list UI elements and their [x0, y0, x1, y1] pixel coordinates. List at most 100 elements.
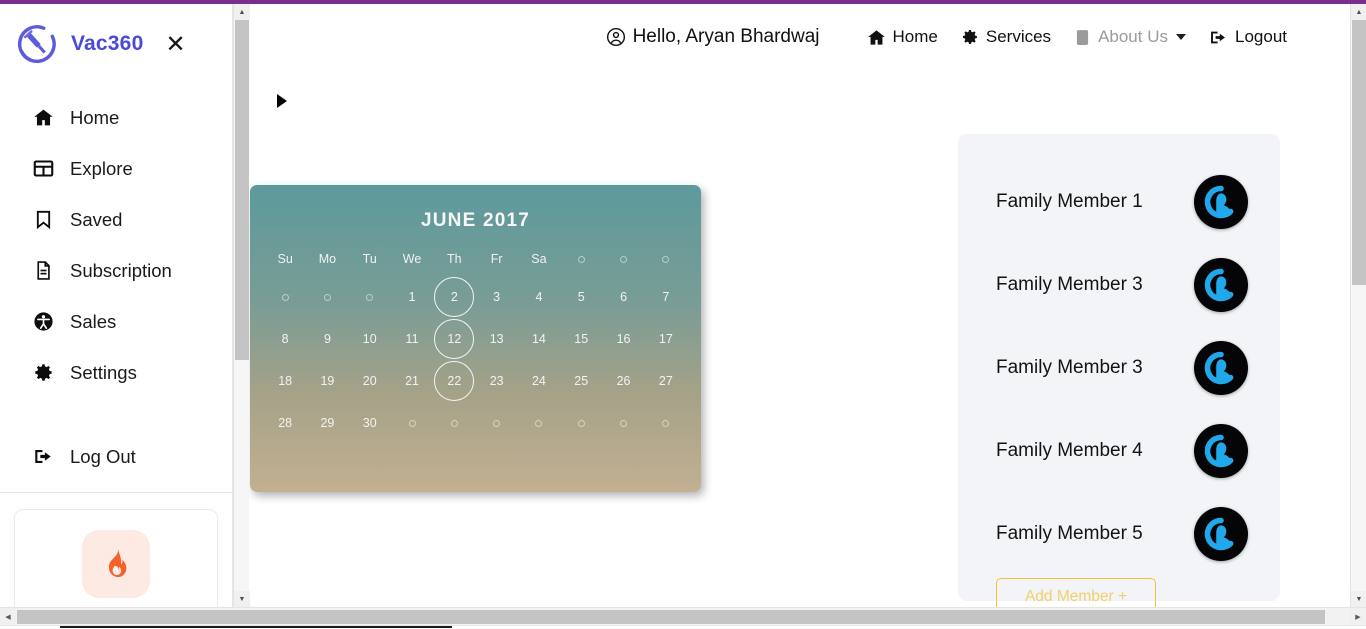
calendar-day[interactable]: 24 [518, 360, 560, 402]
calendar-day[interactable]: 11 [391, 318, 433, 360]
placeholder-dot-icon [366, 293, 374, 301]
calendar-weekday [560, 242, 602, 276]
triangle-right-icon[interactable] [273, 92, 291, 110]
scroll-right-icon[interactable]: ▶ [1350, 608, 1366, 626]
placeholder-dot-icon [450, 419, 458, 427]
user-avatar-icon[interactable] [1194, 423, 1248, 478]
calendar-day[interactable]: 14 [518, 318, 560, 360]
placeholder-dot-icon [577, 255, 585, 263]
user-avatar-icon[interactable] [1194, 506, 1248, 561]
placeholder-dot-icon [620, 419, 628, 427]
sidebar-item-label: Home [70, 106, 120, 128]
calendar-day[interactable]: 3 [475, 276, 517, 318]
sidebar-scroll-up-icon[interactable]: ▲ [234, 4, 250, 20]
sidebar-item-logout[interactable]: Log Out [0, 431, 232, 482]
family-member-name: Family Member 1 [996, 190, 1143, 212]
calendar-empty-dot [602, 402, 644, 444]
calendar-day[interactable]: 7 [645, 276, 687, 318]
sidebar-item-sales[interactable]: Sales [0, 296, 232, 347]
greeting-text: Hello, Aryan Bhardwaj [632, 26, 820, 47]
sidebar-item-home[interactable]: Home [0, 92, 232, 143]
promo-card[interactable] [14, 509, 218, 607]
nav-link-about-us[interactable]: About Us [1074, 27, 1186, 47]
calendar-day[interactable]: 28 [264, 402, 306, 444]
sidebar-item-settings[interactable]: Settings [0, 347, 232, 398]
calendar-day[interactable]: 30 [349, 402, 391, 444]
calendar-day[interactable]: 25 [560, 360, 602, 402]
user-avatar-icon[interactable] [1194, 174, 1248, 229]
family-member-row[interactable]: Family Member 3 [996, 326, 1248, 409]
placeholder-dot-icon [535, 419, 543, 427]
calendar-day[interactable]: 15 [560, 318, 602, 360]
id-card-icon [1074, 29, 1091, 46]
flame-icon [82, 530, 150, 598]
main-content: Hello, Aryan Bhardwaj Home Services Abou… [249, 4, 1350, 607]
family-member-name: Family Member 5 [996, 522, 1143, 544]
calendar-empty-dot [349, 276, 391, 318]
calendar-day[interactable]: 6 [602, 276, 644, 318]
nav-link-label: Home [892, 27, 938, 46]
sidebar-item-label: Explore [70, 157, 133, 179]
calendar-day[interactable]: 8 [264, 318, 306, 360]
nav-link-logout[interactable]: Logout [1209, 27, 1287, 47]
calendar-day[interactable]: 12 [433, 318, 475, 360]
calendar-day[interactable]: 23 [475, 360, 517, 402]
nav-link-label: Logout [1235, 27, 1287, 46]
calendar-day[interactable]: 10 [349, 318, 391, 360]
chevron-down-icon [1176, 34, 1186, 40]
calendar-day[interactable]: 29 [306, 402, 348, 444]
family-member-row[interactable]: Family Member 3 [996, 243, 1248, 326]
nav-link-label: Services [985, 27, 1052, 46]
calendar-day[interactable]: 9 [306, 318, 348, 360]
calendar-empty-dot [560, 402, 602, 444]
scroll-left-icon[interactable]: ◀ [0, 608, 16, 626]
grid-icon [30, 158, 56, 179]
nav-link-services[interactable]: Services [961, 27, 1051, 47]
calendar-weekday [602, 242, 644, 276]
calendar-day[interactable]: 4 [518, 276, 560, 318]
calendar-day[interactable]: 19 [306, 360, 348, 402]
placeholder-dot-icon [408, 419, 416, 427]
family-member-row[interactable]: Family Member 4 [996, 409, 1248, 492]
calendar-day[interactable]: 20 [349, 360, 391, 402]
page-vertical-scrollbar[interactable]: ▲ ▼ [1350, 4, 1366, 607]
calendar-day[interactable]: 21 [391, 360, 433, 402]
home-icon [30, 107, 56, 128]
calendar-day[interactable]: 22 [433, 360, 475, 402]
page-horizontal-scrollbar[interactable]: ◀ ▶ [0, 607, 1366, 626]
user-avatar-icon[interactable] [1194, 257, 1248, 312]
calendar-day[interactable]: 26 [602, 360, 644, 402]
calendar-day[interactable]: 18 [264, 360, 306, 402]
sidebar-item-subscription[interactable]: Subscription [0, 245, 232, 296]
sidebar-item-explore[interactable]: Explore [0, 143, 232, 194]
scroll-down-icon[interactable]: ▼ [1351, 591, 1366, 607]
sidebar-scrollbar[interactable]: ▲ ▼ [233, 4, 250, 607]
family-member-row[interactable]: Family Member 1 [996, 160, 1248, 243]
add-member-button[interactable]: Add Member + [996, 578, 1156, 607]
sidebar-scroll-thumb[interactable] [235, 20, 249, 360]
calendar-day[interactable]: 17 [645, 318, 687, 360]
bottom-status-bar [0, 625, 1366, 629]
close-icon[interactable]: ✕ [165, 32, 185, 56]
calendar-day[interactable]: 13 [475, 318, 517, 360]
calendar-empty-dot [433, 402, 475, 444]
sidebar-scroll-down-icon[interactable]: ▼ [234, 591, 250, 607]
user-avatar-icon[interactable] [1194, 340, 1248, 395]
nav-link-home[interactable]: Home [867, 27, 938, 47]
horizontal-scroll-thumb[interactable] [17, 610, 1325, 624]
calendar-day[interactable]: 16 [602, 318, 644, 360]
calendar-title: JUNE 2017 [420, 210, 531, 231]
scroll-up-icon[interactable]: ▲ [1351, 4, 1366, 20]
calendar-empty-dot [391, 402, 433, 444]
gear-icon [30, 362, 56, 383]
calendar-day[interactable]: 2 [433, 276, 475, 318]
calendar-weekday: Fr [490, 252, 503, 266]
top-navbar: Hello, Aryan Bhardwaj Home Services Abou… [249, 4, 1350, 70]
family-member-name: Family Member 3 [996, 356, 1143, 378]
family-member-row[interactable]: Family Member 5 [996, 492, 1248, 575]
calendar-day[interactable]: 1 [391, 276, 433, 318]
calendar-day[interactable]: 5 [560, 276, 602, 318]
sidebar-item-saved[interactable]: Saved [0, 194, 232, 245]
calendar-day[interactable]: 27 [645, 360, 687, 402]
vertical-scroll-thumb[interactable] [1352, 20, 1366, 285]
